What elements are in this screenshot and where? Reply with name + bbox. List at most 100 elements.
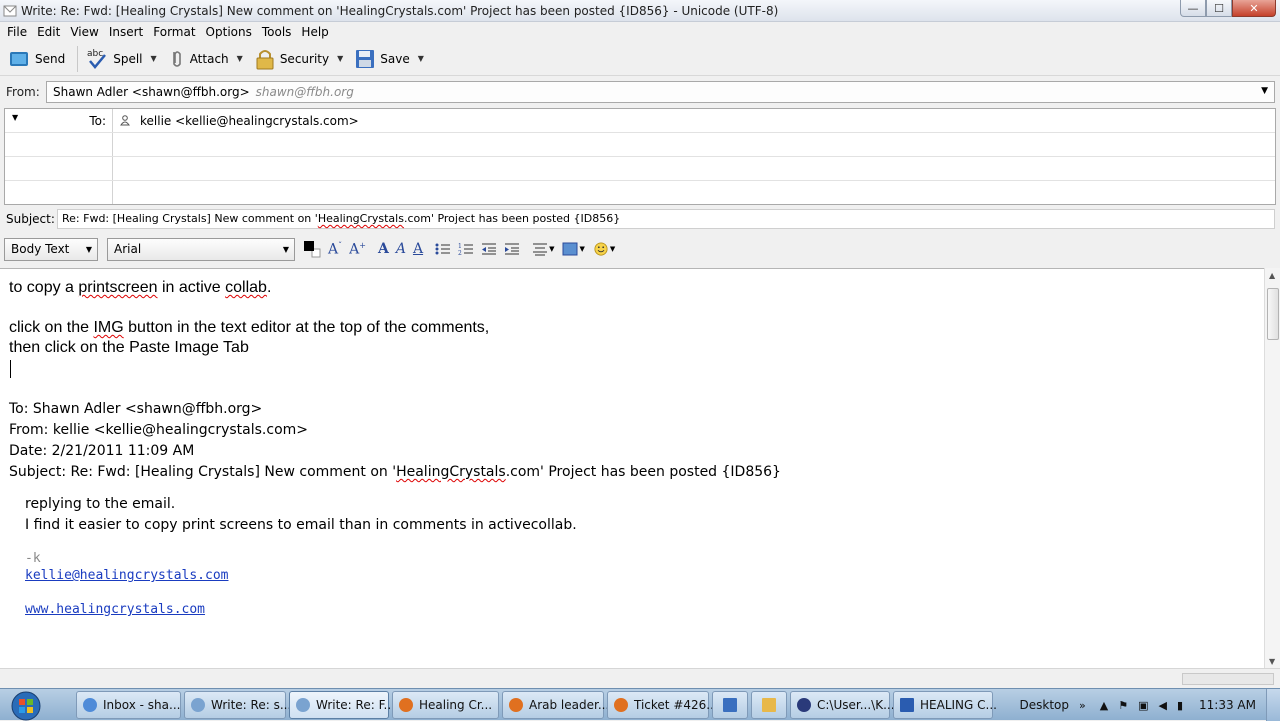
send-icon xyxy=(10,51,28,66)
italic-icon[interactable]: A xyxy=(396,241,406,257)
paperclip-icon xyxy=(172,50,181,67)
minimize-button[interactable]: — xyxy=(1180,0,1206,17)
security-label: Security xyxy=(279,51,330,66)
desktop-toolbar-label[interactable]: Desktop xyxy=(1020,698,1070,712)
from-identity-select[interactable]: Shawn Adler <shawn@ffbh.org> shawn@ffbh.o… xyxy=(46,81,1275,103)
mail-app-icon xyxy=(83,698,97,712)
show-hidden-icons-icon[interactable]: ▲ xyxy=(1100,699,1108,712)
spell-button[interactable]: abc Spell ▼ xyxy=(82,44,160,74)
indent-icon[interactable] xyxy=(504,242,520,256)
maximize-button[interactable]: ☐ xyxy=(1206,0,1232,17)
chevron-down-icon: ▼ xyxy=(85,244,92,254)
clock[interactable]: 11:33 AM xyxy=(1199,698,1256,712)
recipient-type-cell[interactable] xyxy=(5,157,113,180)
attach-dropdown-icon[interactable]: ▼ xyxy=(237,54,243,63)
save-button[interactable]: Save ▼ xyxy=(351,44,428,74)
subject-input[interactable]: Re: Fwd: [Healing Crystals] New comment … xyxy=(57,209,1275,229)
menu-edit[interactable]: Edit xyxy=(32,25,65,39)
menu-file[interactable]: File xyxy=(2,25,32,39)
larger-text-icon[interactable]: A+ xyxy=(349,241,366,258)
task-write-s[interactable]: Write: Re: s... xyxy=(184,691,291,719)
text-color-icon[interactable] xyxy=(303,239,321,259)
terminal-icon xyxy=(797,698,811,712)
quoted-to: To: Shawn Adler <shawn@ffbh.org> xyxy=(9,401,263,417)
paragraph-style-select[interactable]: Body Text ▼ xyxy=(4,237,98,261)
address-book-icon xyxy=(120,115,130,126)
font-select[interactable]: Arial ▼ xyxy=(107,237,295,261)
numbered-list-icon[interactable]: 12 xyxy=(458,242,474,256)
task-arab-leader[interactable]: Arab leader... xyxy=(502,691,609,719)
show-desktop-button[interactable] xyxy=(1266,689,1280,721)
task-write-f[interactable]: Write: Re: F... xyxy=(289,691,395,719)
send-label: Send xyxy=(35,51,66,66)
scroll-up-icon[interactable]: ▲ xyxy=(1269,271,1275,280)
task-notepad[interactable] xyxy=(712,691,748,719)
windows-taskbar: Inbox - sha... Write: Re: s... Write: Re… xyxy=(0,688,1280,721)
task-ticket[interactable]: Ticket #426... xyxy=(607,691,718,719)
body-line-3: then click on the Paste Image Tab xyxy=(9,339,249,356)
quoted-reply-line-2: I find it easier to copy print screens t… xyxy=(25,517,577,533)
from-row: From: Shawn Adler <shawn@ffbh.org> shawn@… xyxy=(0,80,1280,104)
spell-dropdown-icon[interactable]: ▼ xyxy=(151,54,157,63)
smiley-dropdown-icon[interactable]: ▼ xyxy=(610,245,615,253)
message-body-editor[interactable]: to copy a printscreen in active collab. … xyxy=(0,268,1264,668)
recipient-row[interactable] xyxy=(5,157,1275,181)
underline-icon[interactable]: A xyxy=(413,241,423,257)
task-healing-crystals[interactable]: Healing Cr... xyxy=(392,691,499,719)
menu-tools[interactable]: Tools xyxy=(257,25,297,39)
recipient-type-cell[interactable] xyxy=(5,181,113,204)
insert-dropdown-icon[interactable]: ▼ xyxy=(579,245,584,253)
align-dropdown-icon[interactable]: ▼ xyxy=(549,245,554,253)
menu-insert[interactable]: Insert xyxy=(104,25,148,39)
quoted-reply-line-1: replying to the email. xyxy=(25,496,176,512)
security-dropdown-icon[interactable]: ▼ xyxy=(337,54,343,63)
recipient-address-field[interactable]: kellie <kellie@healingcrystals.com> xyxy=(120,114,359,128)
recipient-row[interactable] xyxy=(5,181,1275,205)
task-inbox[interactable]: Inbox - sha... xyxy=(76,691,181,719)
attach-button[interactable]: Attach ▼ xyxy=(165,44,247,74)
smaller-text-icon[interactable]: Aˇ xyxy=(328,241,342,258)
task-word-doc[interactable]: HEALING C... xyxy=(893,691,997,719)
subject-text-start: Re: Fwd: [Healing Crystals] New comment … xyxy=(62,212,318,225)
volume-icon[interactable]: ◀ xyxy=(1159,699,1167,712)
action-center-flag-icon[interactable]: ⚑ xyxy=(1118,699,1128,712)
misspelled-word: collab xyxy=(225,279,267,296)
bullet-list-icon[interactable] xyxy=(435,242,451,256)
menu-options[interactable]: Options xyxy=(201,25,257,39)
save-dropdown-icon[interactable]: ▼ xyxy=(418,54,424,63)
security-button[interactable]: Security ▼ xyxy=(251,44,347,74)
network-icon[interactable]: ▣ xyxy=(1138,699,1148,712)
outdent-icon[interactable] xyxy=(481,242,497,256)
send-button[interactable]: Send xyxy=(4,44,69,74)
vertical-scrollbar[interactable]: ▲ ▼ xyxy=(1264,268,1280,668)
scroll-down-icon[interactable]: ▼ xyxy=(1269,657,1275,666)
quoted-from: From: kellie <kellie@healingcrystals.com… xyxy=(9,422,309,438)
compose-app-icon xyxy=(296,698,310,712)
compose-toolbar: Send abc Spell ▼ Attach ▼ Security ▼ Sav… xyxy=(0,42,1280,76)
notepad-icon xyxy=(723,698,737,712)
task-explorer[interactable] xyxy=(751,691,787,719)
resize-grip[interactable] xyxy=(1182,673,1274,685)
menu-help[interactable]: Help xyxy=(296,25,333,39)
scrollbar-thumb[interactable] xyxy=(1267,288,1279,340)
bold-icon[interactable]: A xyxy=(378,241,389,257)
task-cmd[interactable]: C:\User...\K... xyxy=(790,691,895,719)
align-icon[interactable] xyxy=(532,242,548,256)
website-link[interactable]: www.healingcrystals.com xyxy=(25,602,205,617)
recipient-type-cell[interactable] xyxy=(5,133,113,156)
insert-image-icon[interactable] xyxy=(562,242,578,256)
menu-format[interactable]: Format xyxy=(148,25,200,39)
email-link[interactable]: kellie@healingcrystals.com xyxy=(25,568,229,583)
close-button[interactable]: ✕ xyxy=(1232,0,1276,17)
power-icon[interactable]: ▮ xyxy=(1177,699,1183,712)
recipient-type-select[interactable]: ▼ To: xyxy=(5,109,113,132)
toolbar-chevron[interactable]: » xyxy=(1079,699,1086,712)
title-bar: Write: Re: Fwd: [Healing Crystals] New c… xyxy=(0,0,1280,22)
recipient-list: ▼ To: kellie <kellie@healingcrystals.com… xyxy=(4,108,1276,205)
menu-view[interactable]: View xyxy=(65,25,103,39)
compose-app-icon xyxy=(191,698,205,712)
recipient-row[interactable] xyxy=(5,133,1275,157)
from-label: From: xyxy=(6,85,40,99)
start-button-icon[interactable] xyxy=(6,689,46,721)
smiley-icon[interactable] xyxy=(593,242,609,256)
